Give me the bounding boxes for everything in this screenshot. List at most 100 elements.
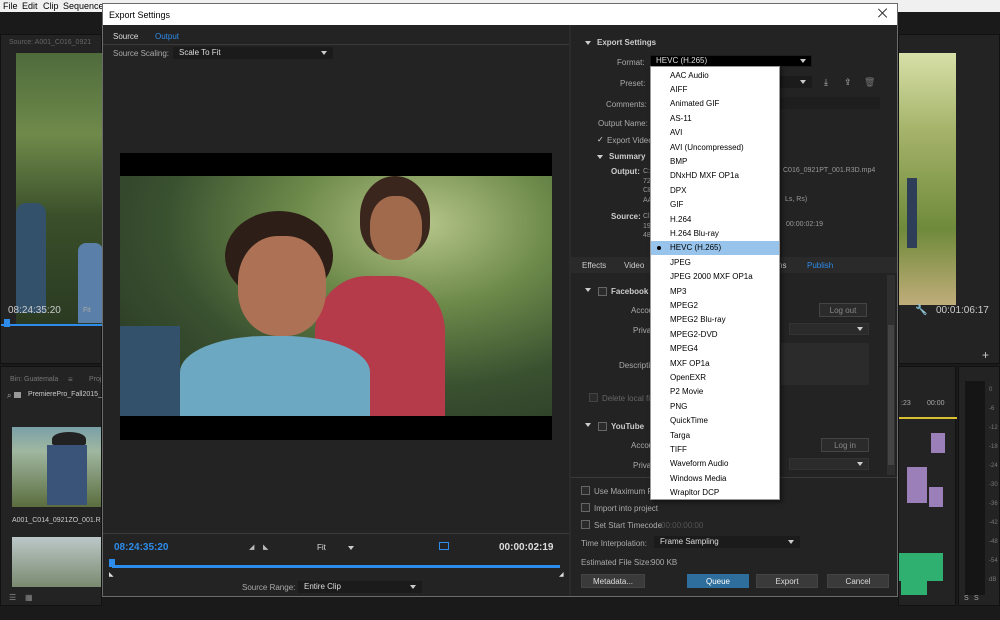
chevron-down-icon[interactable]: [348, 546, 354, 550]
format-option[interactable]: AVI (Uncompressed): [651, 141, 779, 155]
facebook-description-input[interactable]: [781, 343, 869, 385]
format-option[interactable]: JPEG: [651, 256, 779, 270]
clip-thumbnail-2[interactable]: [12, 537, 101, 587]
format-option[interactable]: PNG: [651, 400, 779, 414]
format-option[interactable]: AIFF: [651, 83, 779, 97]
format-option-selected[interactable]: HEVC (H.265): [651, 241, 779, 255]
format-option[interactable]: P2 Movie: [651, 385, 779, 399]
current-timecode[interactable]: 08:24:35:20: [114, 542, 168, 553]
menu-icon[interactable]: ≡: [68, 375, 73, 384]
scrollbar[interactable]: [887, 275, 895, 475]
facebook-logout-button[interactable]: Log out: [819, 303, 867, 317]
format-option[interactable]: Windows Media: [651, 472, 779, 486]
max-render-checkbox[interactable]: [581, 486, 590, 495]
facebook-privacy-select[interactable]: [789, 323, 869, 335]
format-option[interactable]: DNxHD MXF OP1a: [651, 169, 779, 183]
summary-heading-label: Summary: [609, 152, 646, 161]
clip-thumbnail[interactable]: [12, 427, 101, 507]
set-start-timecode-checkbox[interactable]: [581, 520, 590, 529]
set-in-point-icon[interactable]: ◢: [249, 543, 254, 551]
format-option[interactable]: Animated GIF: [651, 97, 779, 111]
youtube-section-toggle[interactable]: [585, 420, 597, 429]
meter-solo-right[interactable]: S: [974, 595, 979, 602]
set-out-point-icon[interactable]: ◣: [263, 543, 268, 551]
output-name-label: Output Name:: [598, 119, 648, 128]
menu-file[interactable]: File: [3, 1, 18, 11]
cancel-button[interactable]: Cancel: [827, 574, 889, 588]
export-settings-heading[interactable]: Export Settings: [585, 38, 656, 47]
search-icon[interactable]: ⌕: [7, 391, 11, 401]
out-point-marker[interactable]: ◢: [559, 571, 564, 578]
save-preset-icon[interactable]: ⤓: [824, 77, 828, 88]
format-option[interactable]: AVI: [651, 126, 779, 140]
timeline-clip[interactable]: [931, 433, 945, 453]
in-point-marker[interactable]: ◣: [109, 571, 114, 578]
format-option[interactable]: MPEG4: [651, 342, 779, 356]
format-option[interactable]: BMP: [651, 155, 779, 169]
tab-effects[interactable]: Effects: [582, 261, 606, 270]
format-option[interactable]: MXF OP1a: [651, 357, 779, 371]
playhead-handle[interactable]: [109, 559, 115, 567]
format-option[interactable]: H.264 Blu-ray: [651, 227, 779, 241]
summary-heading[interactable]: Summary: [597, 152, 645, 161]
list-view-icon[interactable]: ☰: [9, 593, 16, 602]
youtube-privacy-select[interactable]: [789, 458, 869, 470]
import-preset-icon[interactable]: ⇪: [844, 77, 852, 88]
youtube-checkbox[interactable]: [598, 422, 607, 431]
timeline-scrubber[interactable]: [112, 565, 560, 568]
format-option[interactable]: H.264: [651, 213, 779, 227]
source-scaling-select[interactable]: Scale To Fit: [173, 47, 333, 59]
format-option[interactable]: AAC Audio: [651, 69, 779, 83]
import-project-checkbox[interactable]: [581, 503, 590, 512]
metadata-button[interactable]: Metadata...: [581, 574, 645, 588]
project-tab[interactable]: Proj: [89, 376, 101, 383]
format-option[interactable]: Waveform Audio: [651, 457, 779, 471]
source-range-select[interactable]: Entire Clip: [298, 581, 422, 593]
youtube-login-button[interactable]: Log in: [821, 438, 869, 452]
format-option[interactable]: TIFF: [651, 443, 779, 457]
format-option[interactable]: DPX: [651, 184, 779, 198]
format-option[interactable]: OpenEXR: [651, 371, 779, 385]
scrollbar-thumb[interactable]: [888, 325, 894, 465]
format-option[interactable]: Wrapltor DCP: [651, 486, 779, 500]
facebook-checkbox[interactable]: [598, 287, 607, 296]
export-video-checkbox[interactable]: ✓: [597, 135, 604, 144]
meter-solo-left[interactable]: S: [964, 595, 969, 602]
start-timecode-value[interactable]: 00:00:00:00: [661, 521, 703, 530]
format-option[interactable]: JPEG 2000 MXF OP1a: [651, 270, 779, 284]
export-button[interactable]: Export: [756, 574, 818, 588]
menu-clip[interactable]: Clip: [43, 1, 59, 11]
add-icon[interactable]: +: [982, 348, 989, 362]
audio-clip[interactable]: [899, 553, 943, 581]
format-option[interactable]: AS-11: [651, 112, 779, 126]
format-option[interactable]: MP3: [651, 285, 779, 299]
format-option[interactable]: Targa: [651, 429, 779, 443]
format-option[interactable]: MPEG2 Blu-ray: [651, 313, 779, 327]
queue-button[interactable]: Queue: [687, 574, 749, 588]
audio-clip-2[interactable]: [901, 581, 927, 595]
format-option[interactable]: QuickTime: [651, 414, 779, 428]
bin-label[interactable]: Bin: Guatemala: [10, 376, 58, 383]
delete-local-file-checkbox[interactable]: [589, 393, 598, 402]
source-fit[interactable]: Fit: [83, 307, 91, 314]
timeline-clip-2[interactable]: [907, 467, 927, 503]
format-option[interactable]: GIF: [651, 198, 779, 212]
menu-edit[interactable]: Edit: [22, 1, 38, 11]
icon-view-icon[interactable]: ▦: [25, 593, 33, 602]
menu-sequence[interactable]: Sequence: [63, 1, 104, 11]
tab-video[interactable]: Video: [624, 261, 644, 270]
format-option[interactable]: MPEG2-DVD: [651, 328, 779, 342]
wrench-icon[interactable]: 🔧: [915, 305, 927, 316]
aspect-toggle-icon[interactable]: [439, 542, 449, 550]
delete-preset-icon[interactable]: 🗑: [864, 77, 875, 88]
timeline-clip-3[interactable]: [929, 487, 943, 507]
tab-publish[interactable]: Publish: [807, 261, 833, 270]
tab-source[interactable]: Source: [113, 32, 138, 41]
close-icon[interactable]: [877, 7, 889, 19]
format-option[interactable]: MPEG2: [651, 299, 779, 313]
tab-output[interactable]: Output: [155, 32, 179, 41]
time-interpolation-select[interactable]: Frame Sampling: [654, 536, 800, 548]
source-playhead[interactable]: [4, 319, 10, 327]
fit-select-label[interactable]: Fit: [317, 543, 326, 552]
facebook-section-toggle[interactable]: [585, 285, 597, 294]
